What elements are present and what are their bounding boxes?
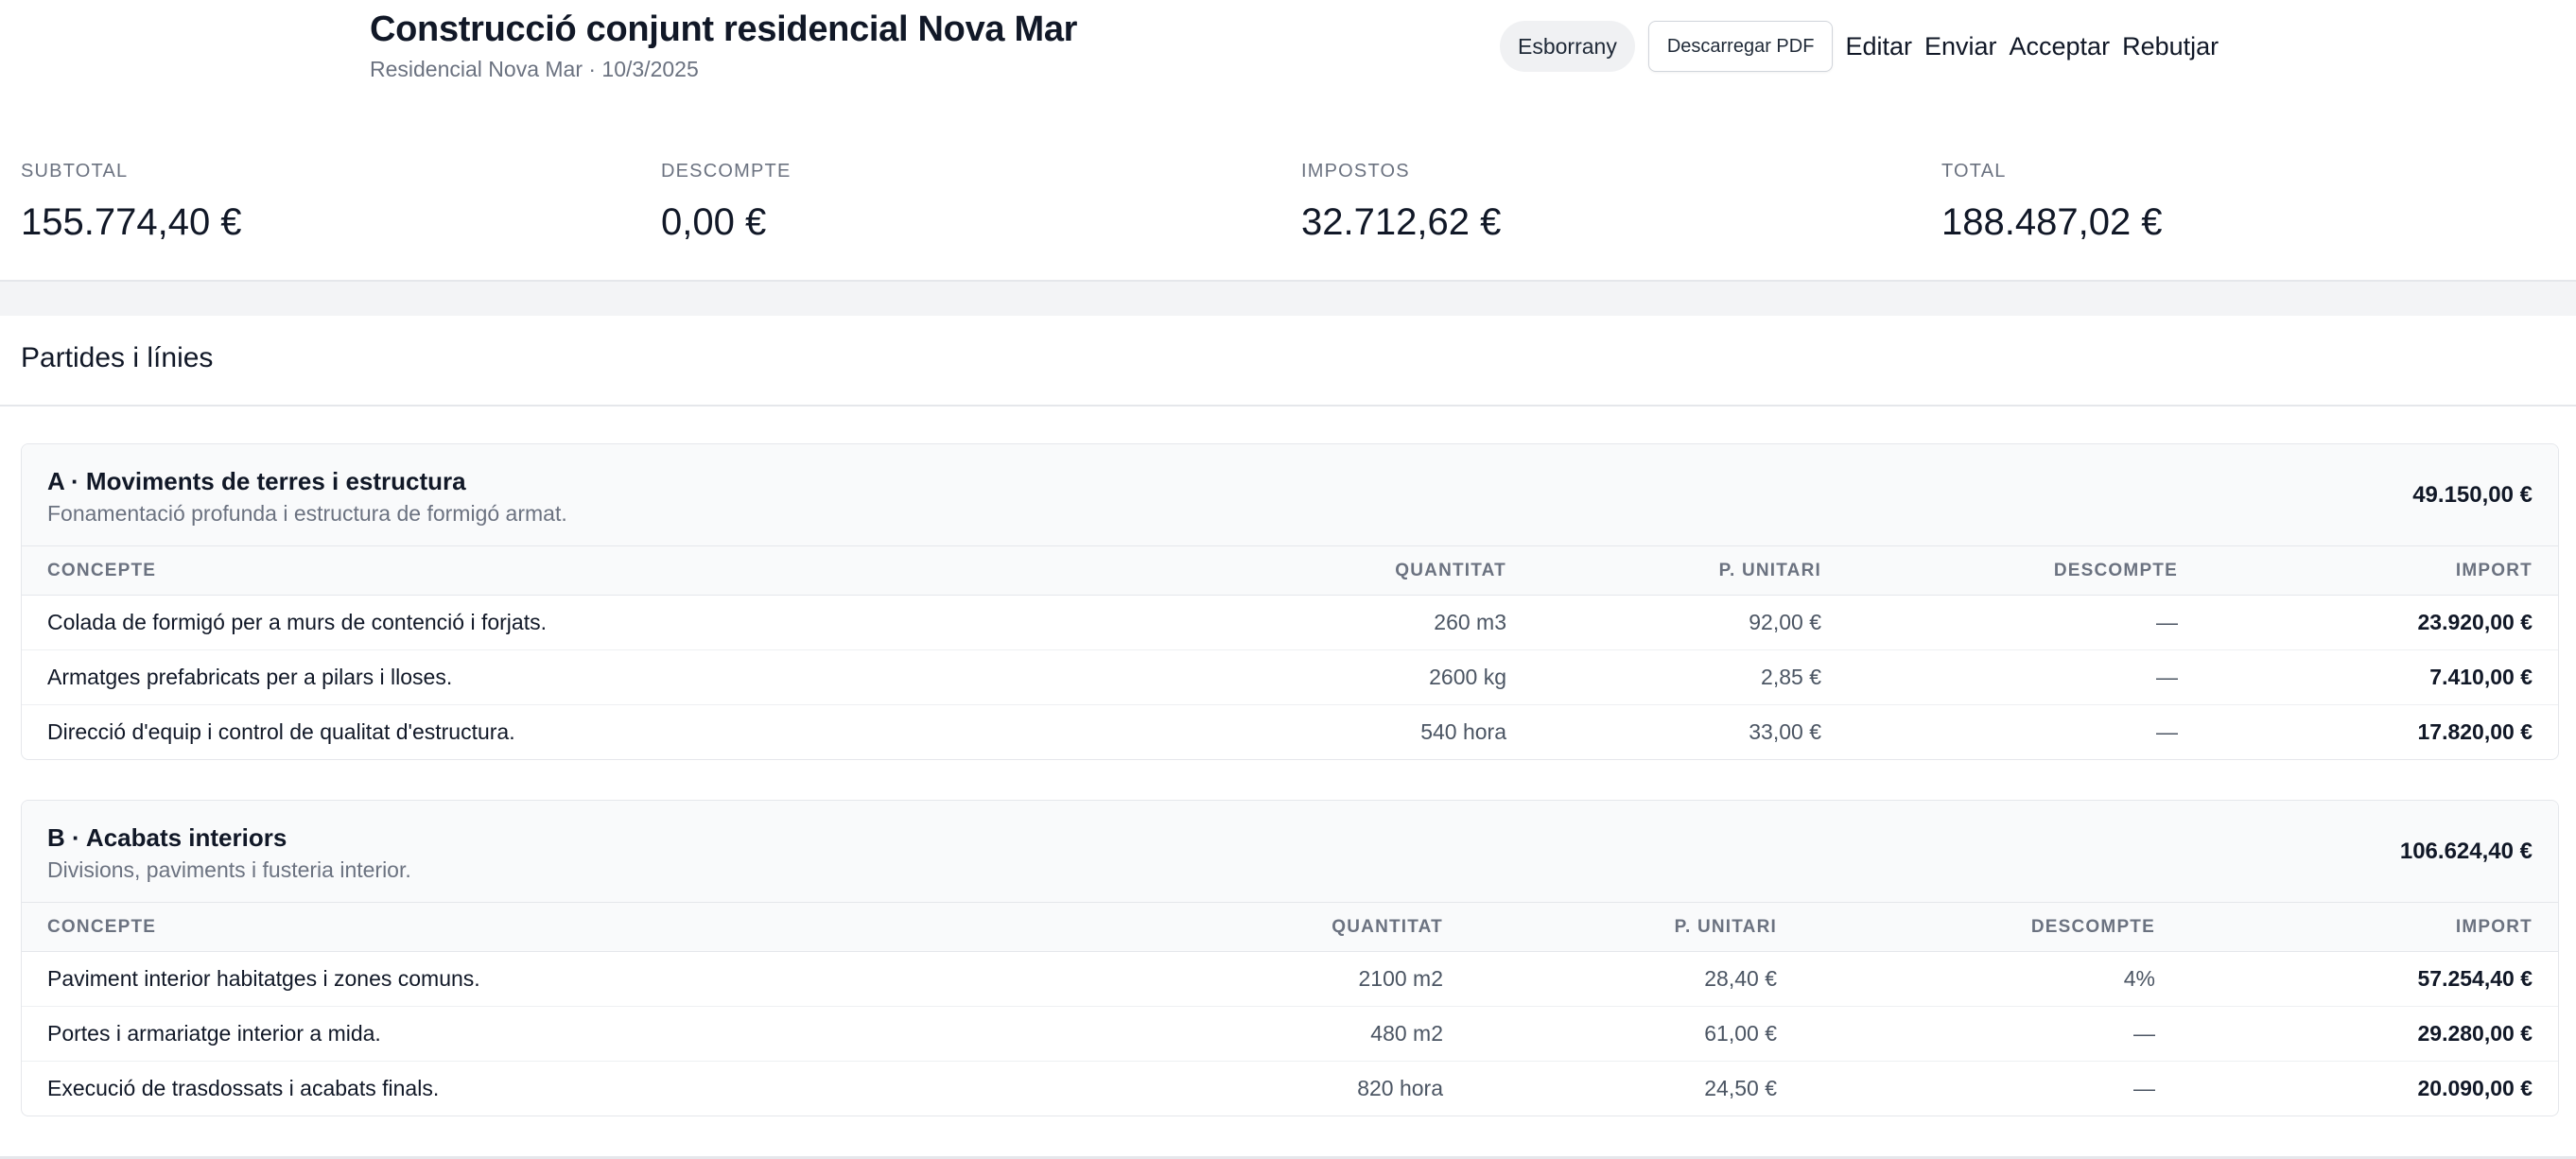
- line-amount: 23.920,00 €: [2203, 595, 2558, 650]
- line-quantity: 820 hora: [1357, 1076, 1443, 1100]
- col-header-discount: DESCOMPTE: [1847, 546, 2203, 596]
- section-divider: [0, 405, 2576, 407]
- line-concept: Armatges prefabricats per a pilars i llo…: [22, 649, 1166, 705]
- line-quantity: 540 hora: [1420, 719, 1506, 744]
- table-row[interactable]: Colada de formigó per a murs de contenci…: [22, 595, 2558, 650]
- accept-button[interactable]: Acceptar: [2010, 32, 2111, 61]
- table-row[interactable]: Execució de trasdossats i acabats finals…: [22, 1062, 2558, 1116]
- col-header-unit-price: P. UNITARI: [1532, 546, 1847, 596]
- summary-taxes: IMPOSTOS 32.712,62 €: [1301, 161, 1501, 244]
- line-quantity: 260 m3: [1166, 595, 1532, 650]
- line-discount: —: [1802, 1006, 2181, 1062]
- partida-card-a: A · Moviments de terres i estructura Fon…: [21, 443, 2559, 760]
- table-header-row: CONCEPTE QUANTITAT P. UNITARI DESCOMPTE …: [22, 903, 2558, 952]
- partida-total: 106.624,40 €: [2399, 839, 2532, 864]
- page-title: Construcció conjunt residencial Nova Mar: [370, 9, 1078, 49]
- totals-summary: SUBTOTAL 155.774,40 € DESCOMPTE 0,00 € I…: [0, 112, 2576, 282]
- line-unit-price: 2,85 €: [1532, 649, 1847, 705]
- line-concept: Paviment interior habitatges i zones com…: [22, 951, 1103, 1007]
- table-row[interactable]: Paviment interior habitatges i zones com…: [22, 951, 2558, 1007]
- line-concept: Colada de formigó per a murs de contenci…: [22, 595, 1166, 650]
- col-header-amount: IMPORT: [2203, 546, 2558, 596]
- line-amount: 17.820,00 €: [2417, 719, 2532, 744]
- summary-taxes-label: IMPOSTOS: [1301, 161, 1410, 182]
- summary-total: TOTAL 188.487,02 €: [1941, 161, 2163, 244]
- line-discount: —: [1847, 649, 2203, 705]
- line-unit-price: 33,00 €: [1749, 719, 1821, 744]
- section-divider-band: [0, 282, 2576, 316]
- line-concept: Execució de trasdossats i acabats finals…: [47, 1076, 440, 1100]
- col-header-concept: CONCEPTE: [22, 546, 1166, 596]
- summary-discount: DESCOMPTE 0,00 €: [661, 161, 791, 244]
- partida-title: A · Moviments de terres i estructura: [47, 467, 466, 495]
- col-header-concept: CONCEPTE: [22, 903, 1103, 952]
- table-row[interactable]: Armatges prefabricats per a pilars i llo…: [22, 649, 2558, 705]
- partida-card-b: B · Acabats interiors Divisions, pavimen…: [21, 800, 2559, 1116]
- table-row[interactable]: Portes i armariatge interior a mida. 480…: [22, 1006, 2558, 1062]
- summary-subtotal: SUBTOTAL 155.774,40 €: [21, 161, 242, 244]
- summary-taxes-value: 32.712,62 €: [1301, 201, 1502, 243]
- download-pdf-button[interactable]: Descarregar PDF: [1647, 21, 1834, 72]
- line-quantity: 480 m2: [1103, 1006, 1469, 1062]
- partida-header: A · Moviments de terres i estructura Fon…: [22, 444, 2558, 546]
- line-discount: —: [2133, 1076, 2155, 1100]
- col-header-unit-price: P. UNITARI: [1469, 903, 1802, 952]
- line-concept: Portes i armariatge interior a mida.: [22, 1006, 1103, 1062]
- summary-subtotal-value: 155.774,40 €: [21, 201, 242, 243]
- col-header-quantity: QUANTITAT: [1103, 903, 1469, 952]
- quote-detail-page: Construcció conjunt residencial Nova Mar…: [0, 0, 2576, 1159]
- line-unit-price: 28,40 €: [1469, 951, 1802, 1007]
- table-row[interactable]: Direcció d'equip i control de qualitat d…: [22, 705, 2558, 760]
- partida-total: 49.150,00 €: [2412, 482, 2532, 508]
- partida-title: B · Acabats interiors: [47, 823, 287, 852]
- lines-table: CONCEPTE QUANTITAT P. UNITARI DESCOMPTE …: [22, 546, 2558, 759]
- summary-total-label: TOTAL: [1941, 161, 2007, 182]
- table-header-row: CONCEPTE QUANTITAT P. UNITARI DESCOMPTE …: [22, 546, 2558, 596]
- lines-table: CONCEPTE QUANTITAT P. UNITARI DESCOMPTE …: [22, 903, 2558, 1116]
- reject-button[interactable]: Rebutjar: [2122, 32, 2219, 61]
- summary-discount-value: 0,00 €: [661, 201, 767, 243]
- summary-discount-label: DESCOMPTE: [661, 161, 792, 182]
- status-badge: Esborrany: [1500, 21, 1635, 72]
- line-quantity: 2600 kg: [1166, 649, 1532, 705]
- summary-subtotal-label: SUBTOTAL: [21, 161, 129, 182]
- line-discount: 4%: [1802, 951, 2181, 1007]
- line-quantity: 2100 m2: [1103, 951, 1469, 1007]
- section-heading: Partides i línies: [21, 342, 214, 373]
- line-amount: 20.090,00 €: [2417, 1076, 2532, 1100]
- send-button[interactable]: Enviar: [1924, 32, 1997, 61]
- partida-header: B · Acabats interiors Divisions, pavimen…: [22, 801, 2558, 903]
- line-discount: —: [1847, 595, 2203, 650]
- partida-description: Divisions, paviments i fusteria interior…: [47, 857, 411, 882]
- line-discount: —: [2156, 719, 2178, 744]
- page-subtitle: Residencial Nova Mar · 10/3/2025: [370, 57, 699, 81]
- edit-button[interactable]: Editar: [1845, 32, 1912, 61]
- line-unit-price: 92,00 €: [1532, 595, 1847, 650]
- line-unit-price: 61,00 €: [1469, 1006, 1802, 1062]
- partida-description: Fonamentació profunda i estructura de fo…: [47, 501, 567, 526]
- header-actions: Esborrany Descarregar PDF Editar Enviar …: [1500, 21, 2219, 72]
- summary-total-value: 188.487,02 €: [1941, 201, 2163, 243]
- line-amount: 57.254,40 €: [2181, 951, 2558, 1007]
- line-concept: Direcció d'equip i control de qualitat d…: [47, 719, 515, 744]
- col-header-discount: DESCOMPTE: [1802, 903, 2181, 952]
- col-header-quantity: QUANTITAT: [1166, 546, 1532, 596]
- line-unit-price: 24,50 €: [1704, 1076, 1777, 1100]
- line-amount: 29.280,00 €: [2181, 1006, 2558, 1062]
- line-amount: 7.410,00 €: [2203, 649, 2558, 705]
- col-header-amount: IMPORT: [2181, 903, 2558, 952]
- page-header: Construcció conjunt residencial Nova Mar…: [0, 0, 2576, 112]
